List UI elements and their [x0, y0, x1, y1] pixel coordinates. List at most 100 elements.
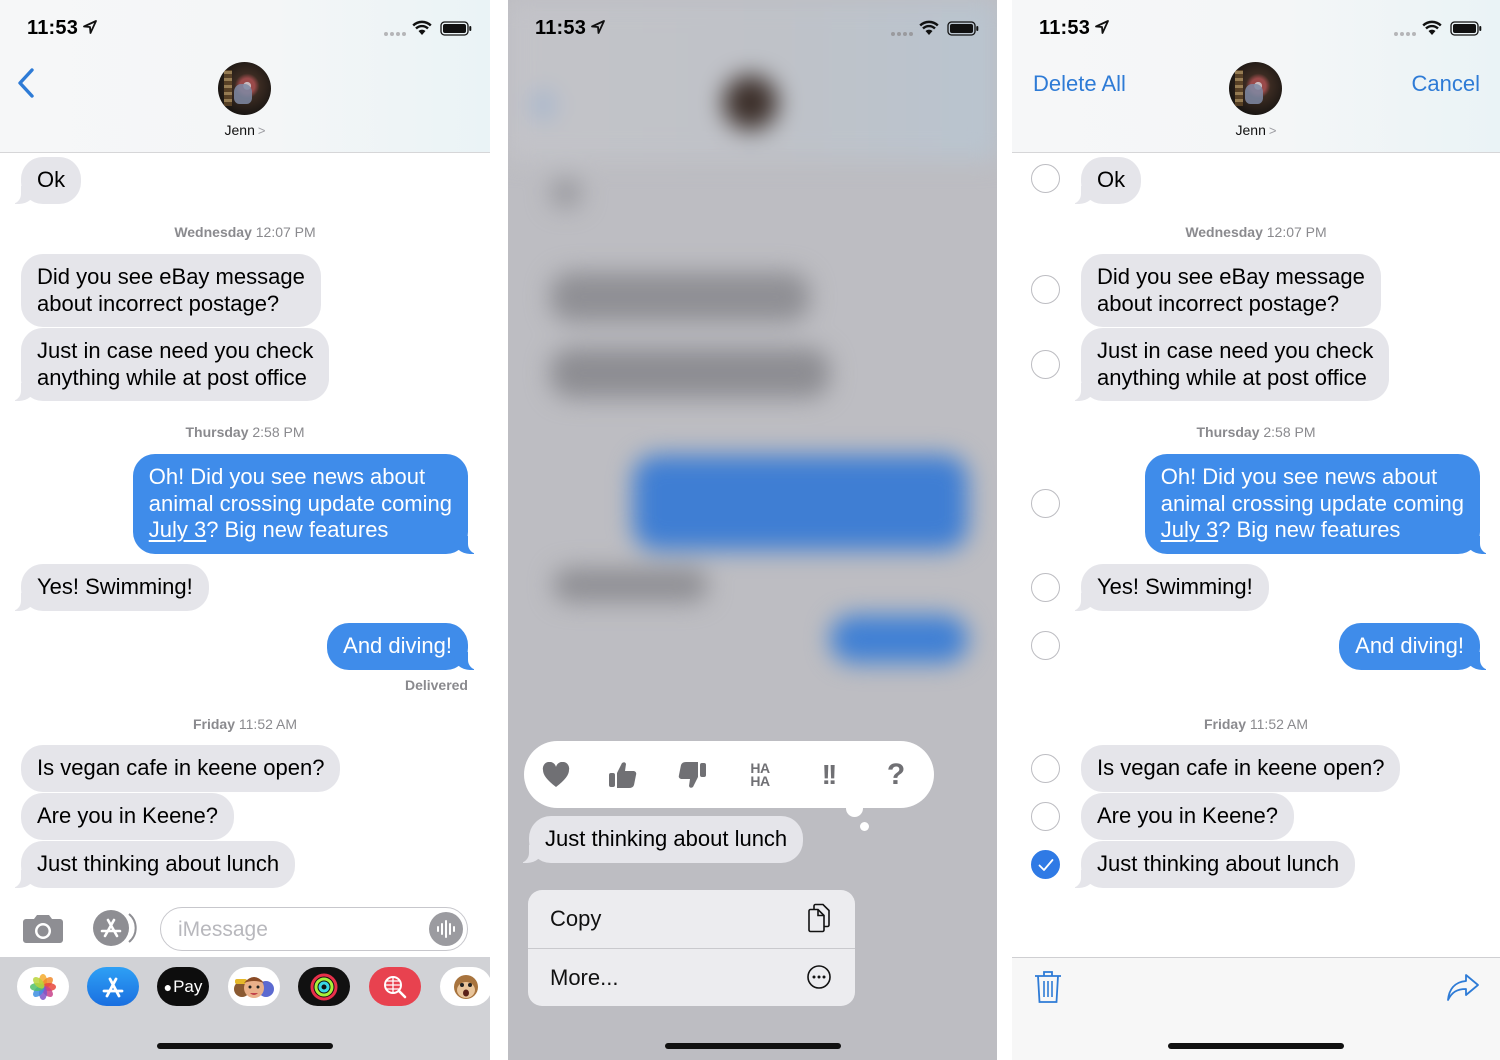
memoji-icon: [234, 976, 274, 998]
timestamp: Wednesday 12:07 PM: [1185, 224, 1327, 240]
select-checkbox[interactable]: [1031, 164, 1060, 193]
reaction-question[interactable]: ?: [878, 757, 914, 793]
imessage-placeholder: iMessage: [178, 918, 268, 941]
photos-icon: [30, 973, 56, 1000]
location-arrow-icon: [83, 20, 97, 34]
message-bubble-selected[interactable]: Just thinking about lunch: [1070, 841, 1356, 888]
message-bubble[interactable]: Are you in Keene?: [21, 793, 235, 840]
conversation-header: 11:53 Jenn >: [0, 0, 490, 153]
message-bubble[interactable]: Are you in Keene?: [1081, 793, 1295, 840]
wifi-icon: [412, 20, 432, 35]
date-link[interactable]: July 3: [1161, 517, 1218, 542]
thumbs-down-icon: [678, 762, 706, 788]
app-drawer-animoji[interactable]: [440, 967, 490, 1006]
select-checkbox[interactable]: [1031, 350, 1060, 379]
camera-icon[interactable]: [22, 914, 64, 944]
reaction-haha[interactable]: HA HA: [742, 757, 778, 793]
reaction-heart[interactable]: [538, 757, 574, 793]
trash-icon[interactable]: [1034, 970, 1062, 1004]
message-input-bar: iMessage: [0, 897, 490, 957]
message-bubble[interactable]: Just in case need you check anything whil…: [1070, 328, 1390, 401]
contact-name-button[interactable]: Jenn >: [0, 122, 490, 138]
delete-all-button[interactable]: Delete All: [1033, 71, 1126, 97]
timestamp: Friday 11:52 AM: [1203, 716, 1309, 732]
select-checkbox[interactable]: [1031, 631, 1060, 660]
audio-message-button[interactable]: [429, 912, 463, 946]
select-checkbox[interactable]: [1031, 275, 1060, 304]
select-checkbox-checked[interactable]: [1031, 850, 1060, 879]
haha-icon: HA HA: [750, 760, 770, 789]
select-checkbox[interactable]: [1031, 489, 1060, 518]
select-checkbox[interactable]: [1031, 802, 1060, 831]
message-bubble-outgoing[interactable]: Oh! Did you see news about animal crossin…: [1144, 454, 1491, 554]
more-ellipsis-icon: [807, 965, 831, 989]
app-drawer-activity[interactable]: [298, 967, 350, 1006]
message-bubble[interactable]: Is vegan cafe in keene open?: [21, 745, 341, 792]
location-arrow-icon: [591, 20, 605, 34]
contact-avatar[interactable]: [1229, 62, 1282, 115]
reaction-bubble-dot: [860, 822, 869, 831]
message-bubble[interactable]: Just in case need you check anything whil…: [10, 328, 330, 401]
select-messages-screen: 11:53 Delete All Cancel Jenn > Ok Wednesd…: [1012, 0, 1500, 1060]
message-bubble[interactable]: Yes! Swimming!: [11, 564, 209, 611]
double-exclamation-icon: !!: [821, 759, 838, 790]
reaction-thumbs-down[interactable]: [674, 757, 710, 793]
app-drawer: ● Pay: [0, 957, 490, 1060]
chevron-right-icon: >: [1268, 123, 1277, 138]
app-drawer-image-search[interactable]: [369, 967, 421, 1006]
message-bubble-outgoing[interactable]: And diving!: [327, 623, 478, 670]
conversation-screen: 11:53 Jenn > Ok Wednesday 12:07 PM Did yo…: [0, 0, 490, 1060]
message-bubble[interactable]: Did you see eBay message about incorrect …: [21, 254, 321, 327]
reaction-emphasize[interactable]: !!: [810, 757, 846, 793]
forward-share-icon[interactable]: [1446, 972, 1480, 1002]
status-bar: 11:53: [508, 0, 997, 58]
imessage-input[interactable]: iMessage: [160, 907, 468, 951]
status-time: 11:53: [1039, 17, 1091, 39]
context-menu-copy[interactable]: Copy: [528, 890, 855, 948]
message-bubble[interactable]: Did you see eBay message about incorrect …: [1081, 254, 1381, 327]
message-bubble-outgoing[interactable]: And diving!: [1339, 623, 1490, 670]
message-bubble[interactable]: Is vegan cafe in keene open?: [1081, 745, 1401, 792]
contact-name-button[interactable]: Jenn >: [1012, 122, 1500, 138]
message-bubble[interactable]: Ok: [1070, 157, 1142, 204]
reaction-menu-screen: 11:53 HA HA !! ? Just thinking about lunc…: [508, 0, 997, 1060]
select-checkbox[interactable]: [1031, 754, 1060, 783]
message-bubble[interactable]: Just thinking about lunch: [10, 841, 296, 888]
battery-icon: [947, 21, 979, 36]
delivered-status: Delivered: [404, 677, 468, 693]
app-drawer-apple-pay[interactable]: ● Pay: [157, 967, 209, 1006]
home-indicator[interactable]: [157, 1043, 333, 1049]
contact-name: Jenn: [1235, 122, 1266, 138]
select-checkbox[interactable]: [1031, 573, 1060, 602]
heart-icon: [542, 762, 570, 787]
message-bubble[interactable]: Ok: [10, 157, 82, 204]
date-link[interactable]: July 3: [149, 517, 206, 542]
globe-search-icon: [384, 975, 407, 998]
battery-icon: [1450, 21, 1482, 36]
question-icon: ?: [886, 758, 906, 791]
edit-toolbar: [1012, 957, 1500, 1060]
app-store-apps-icon[interactable]: [91, 909, 139, 947]
home-indicator[interactable]: [664, 1043, 841, 1049]
app-drawer-app-store[interactable]: [87, 967, 139, 1006]
wifi-icon: [1422, 20, 1442, 35]
cancel-button[interactable]: Cancel: [1412, 71, 1480, 97]
reaction-bubble-dot: [846, 800, 863, 817]
waveform-icon: [437, 920, 455, 938]
timestamp: Thursday 2:58 PM: [1196, 424, 1316, 440]
message-bubble[interactable]: Yes! Swimming!: [1071, 564, 1269, 611]
app-drawer-memoji[interactable]: [228, 967, 280, 1006]
app-drawer-photos[interactable]: [17, 967, 69, 1006]
contact-avatar[interactable]: [218, 62, 271, 115]
context-menu-more[interactable]: More...: [528, 948, 855, 1006]
reaction-thumbs-up[interactable]: [605, 757, 641, 793]
copy-icon: [808, 903, 830, 933]
timestamp: Thursday 2:58 PM: [185, 424, 305, 440]
app-store-icon: [102, 977, 124, 997]
focused-message-bubble[interactable]: Just thinking about lunch: [518, 816, 804, 863]
cellular-signal-icon: [384, 32, 406, 36]
message-bubble-outgoing[interactable]: Oh! Did you see news about animal crossin…: [132, 454, 479, 554]
wifi-icon: [919, 20, 939, 35]
back-chevron-icon[interactable]: [16, 67, 36, 99]
home-indicator[interactable]: [1168, 1043, 1344, 1049]
